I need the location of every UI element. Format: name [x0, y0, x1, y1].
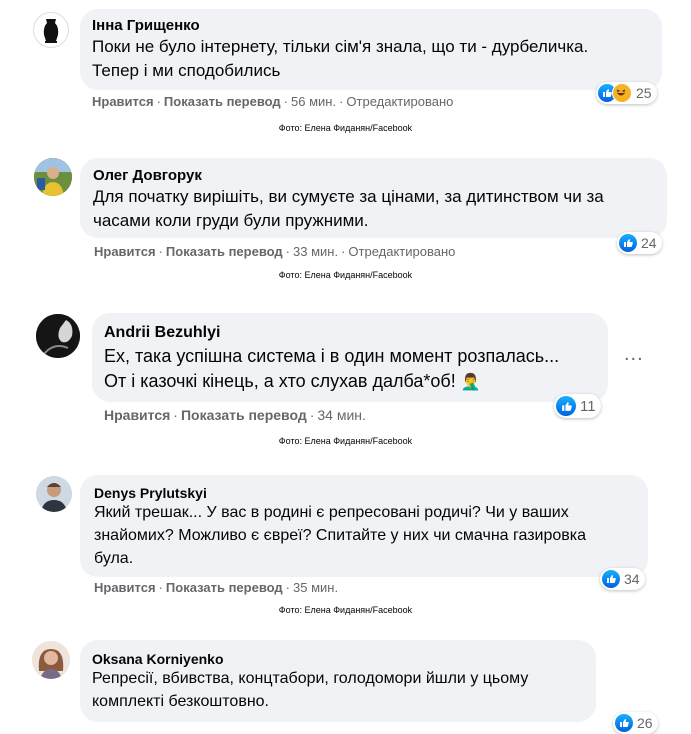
- like-button[interactable]: Нравится: [94, 580, 156, 595]
- comment-text-line: була.: [94, 550, 134, 567]
- comment-text-line: От і казочкі кінець, а хто слухав далба*…: [104, 371, 481, 392]
- photo-credit: Фото: Елена Фиданян/Facebook: [278, 123, 413, 133]
- reaction-summary[interactable]: 26: [613, 712, 658, 734]
- person-photo-icon: [36, 476, 72, 512]
- comment-author[interactable]: Олег Довгорук: [93, 167, 202, 184]
- comment-time[interactable]: 34 мин.: [317, 407, 366, 423]
- comment-text-line: знайомих? Можливо є євреї? Спитайте у ни…: [94, 527, 587, 544]
- reaction-count: 34: [624, 571, 640, 587]
- comment-author[interactable]: Oksana Korniyenko: [92, 651, 224, 667]
- like-icon: [602, 570, 620, 588]
- person-photo-icon: [34, 158, 72, 196]
- avatar[interactable]: [36, 476, 72, 512]
- comment-time[interactable]: 35 мин.: [293, 580, 338, 595]
- edited-label: Отредактировано: [348, 244, 456, 259]
- reaction-summary[interactable]: 34: [600, 568, 645, 590]
- photo-credit: Фото: Елена Фиданян/Facebook: [278, 605, 413, 615]
- reaction-summary[interactable]: 11: [554, 394, 601, 418]
- more-options-icon[interactable]: ...: [624, 343, 644, 366]
- comment-text: От і казочкі кінець, а хто слухав далба*…: [104, 371, 456, 391]
- like-icon: [556, 396, 576, 416]
- translate-button[interactable]: Показать перевод: [164, 94, 281, 109]
- comment-text-line: Тепер і ми сподобились: [92, 61, 281, 80]
- comment-author[interactable]: Denys Prylutskyi: [94, 485, 207, 501]
- person-photo-icon: [36, 314, 80, 358]
- avatar[interactable]: [32, 641, 70, 679]
- comment-time[interactable]: 33 мин.: [293, 244, 338, 259]
- like-icon: [615, 714, 633, 732]
- comment-text-line: комплекті безкоштовно.: [92, 693, 269, 710]
- comment-actions: Нравится · Показать перевод · 33 мин. · Отреда…: [94, 244, 456, 259]
- avatar[interactable]: [34, 158, 72, 196]
- comment-author[interactable]: Інна Грищенко: [92, 17, 200, 34]
- translate-button[interactable]: Показать перевод: [166, 580, 283, 595]
- like-button[interactable]: Нравится: [94, 244, 156, 259]
- comment-actions: Нравится · Показать перевод · 35 мин.: [94, 580, 339, 595]
- comment-text-line: Для початку вирішіть, ви сумуєте за ціна…: [93, 187, 604, 206]
- reaction-count: 24: [641, 235, 657, 251]
- photo-credit: Фото: Елена Фиданян/Facebook: [278, 436, 413, 446]
- translate-button[interactable]: Показать перевод: [166, 244, 283, 259]
- comment-text-line: Поки не було інтернету, тільки сім'я зна…: [92, 37, 589, 56]
- like-icon: [619, 234, 637, 252]
- like-button[interactable]: Нравится: [104, 407, 170, 423]
- person-photo-icon: [32, 641, 70, 679]
- comment-time[interactable]: 56 мин.: [291, 94, 336, 109]
- reaction-count: 11: [580, 397, 596, 415]
- haha-icon: [612, 83, 632, 103]
- edited-label: Отредактировано: [346, 94, 454, 109]
- like-button[interactable]: Нравится: [92, 94, 154, 109]
- comment-text-line: Репресії, вбивства, концтабори, голодомо…: [92, 670, 529, 687]
- comment-text-line: Який трешак... У вас в родині є репресов…: [94, 504, 569, 521]
- facepalm-emoji: 🤦‍♂️: [460, 374, 481, 391]
- vase-icon: [43, 19, 59, 43]
- comment-text-line: Ех, така успішна система і в один момент…: [104, 346, 560, 366]
- comment-actions: Нравится · Показать перевод · 34 мин.: [104, 407, 366, 423]
- avatar[interactable]: [36, 314, 80, 358]
- reaction-count: 25: [636, 85, 652, 101]
- translate-button[interactable]: Показать перевод: [181, 407, 307, 423]
- reaction-summary[interactable]: 24: [617, 232, 662, 254]
- reaction-count: 26: [637, 715, 653, 731]
- reaction-summary[interactable]: 25: [596, 82, 657, 104]
- comment-actions: Нравится · Показать перевод · 56 мин. · Отреда…: [92, 94, 454, 109]
- comment-author[interactable]: Andrii Bezuhlyi: [104, 324, 220, 342]
- photo-credit: Фото: Елена Фиданян/Facebook: [278, 270, 413, 280]
- avatar[interactable]: [33, 12, 69, 48]
- comment-text-line: часами коли груди були пружними.: [93, 211, 369, 230]
